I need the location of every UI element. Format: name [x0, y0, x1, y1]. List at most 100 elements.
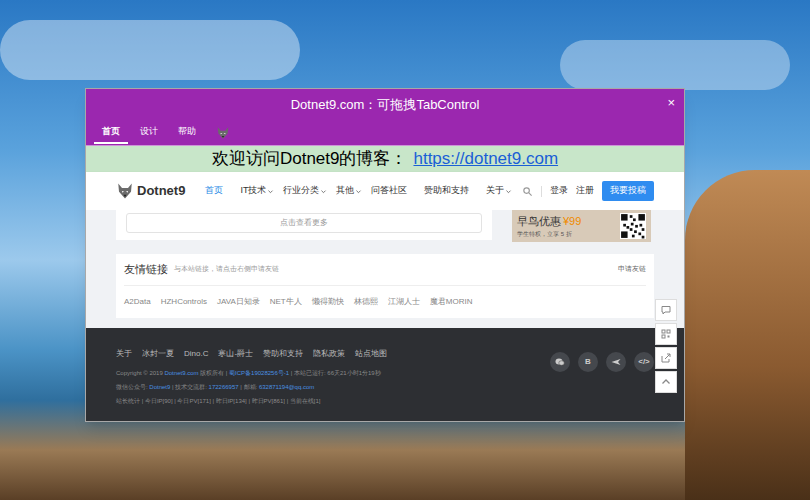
banner-link[interactable]: https://dotnet9.com — [413, 146, 558, 172]
chevron-down-icon — [408, 188, 415, 195]
friend-link[interactable]: JAVA日知录 — [217, 296, 260, 308]
friend-link[interactable]: 懒得勤快 — [312, 296, 344, 308]
nav-item[interactable]: 行业分类 — [283, 184, 327, 198]
desktop-cloud — [0, 20, 300, 80]
register-link[interactable]: 注册 — [576, 184, 594, 198]
footer-text[interactable]: Dotnet9.com — [164, 370, 198, 376]
site-footer: 关于冰封一夏 Dino.C 寒山-爵士赞助和支持隐私政策站点地图 Copyright … — [86, 328, 684, 422]
promo-card[interactable]: 早鸟优惠¥99学生特权，立享 5 折 — [512, 210, 651, 242]
footer-link[interactable]: Dino.C — [184, 348, 208, 360]
title-bar[interactable]: Dotnet9.com：可拖拽TabControl× — [86, 89, 684, 121]
nav-label: 行业分类 — [283, 184, 319, 198]
footer-info: 关于冰封一夏 Dino.C 寒山-爵士赞助和支持隐私政策站点地图 Copyright … — [116, 348, 387, 406]
site-logo[interactable]: Dotnet9 — [116, 181, 185, 201]
nav-label: IT技术 — [240, 184, 266, 198]
qr-code-icon — [620, 213, 646, 239]
close-button[interactable]: × — [667, 96, 675, 109]
header-actions: 登录注册我要投稿 — [522, 181, 654, 201]
friends-links: A2Data HZHControls JAVA日知录 NET牛人懒得勤快林德熙江湖人士… — [124, 286, 646, 318]
submit-button[interactable]: 我要投稿 — [602, 181, 654, 201]
footer-line: Copyright © 2019 Dotnet9.com 版权所有 | 蜀ICP… — [116, 369, 387, 378]
float-button[interactable] — [655, 323, 677, 345]
footer-text[interactable]: 蜀ICP备19028256号-1 — [229, 370, 289, 376]
nav-item[interactable]: 赞助和支持 — [424, 184, 477, 198]
site-header: Dotnet9 首页 IT技术 行业分类 其他 问答社区 赞助和支持关于 登录注册我要投稿 — [86, 172, 684, 210]
footer-link[interactable]: 冰封一夏 — [142, 348, 174, 360]
footer-link[interactable]: 寒山-爵士 — [218, 348, 253, 360]
site-nav: 首页 IT技术 行业分类 其他 问答社区 赞助和支持关于 — [205, 184, 512, 198]
social-label: </> — [638, 356, 650, 368]
footer-text: 版权所有 | — [198, 370, 229, 376]
friend-link[interactable]: NET牛人 — [270, 296, 302, 308]
promo-title: 早鸟优惠 — [517, 215, 561, 227]
footer-line: 站长统计 | 今日IP[90] | 今日PV[171] | 昨日IP[134] … — [116, 397, 387, 406]
chevron-down-icon — [470, 188, 477, 195]
float-button[interactable] — [655, 299, 677, 321]
footer-text: | 本站已运行: 66天21小时1分19秒 — [289, 370, 381, 376]
tab[interactable]: 帮助 — [170, 122, 204, 144]
arrow-up-icon — [660, 376, 672, 388]
tab[interactable]: 设计 — [132, 122, 166, 144]
app-window[interactable]: Dotnet9.com：可拖拽TabControl×首页设计帮助欢迎访问Dotn… — [85, 88, 685, 422]
wolf-icon — [216, 126, 230, 140]
footer-text[interactable]: 172266957 — [209, 384, 239, 390]
friend-link[interactable]: HZHControls — [161, 296, 207, 308]
more-button[interactable]: 点击查看更多 — [126, 213, 482, 233]
social-button[interactable]: B — [578, 352, 598, 372]
footer-link[interactable]: 站点地图 — [355, 348, 387, 360]
nav-item[interactable]: IT技术 — [240, 184, 274, 198]
nav-item[interactable]: 首页 — [205, 184, 231, 198]
login-link[interactable]: 登录 — [550, 184, 568, 198]
nav-label: 关于 — [486, 184, 504, 198]
nav-item[interactable]: 关于 — [486, 184, 512, 198]
nav-item[interactable]: 其他 — [336, 184, 362, 198]
wechat-icon — [554, 356, 566, 368]
friend-link[interactable]: 江湖人士 — [388, 296, 420, 308]
tab[interactable]: 首页 — [94, 122, 128, 144]
footer-links: 关于冰封一夏 Dino.C 寒山-爵士赞助和支持隐私政策站点地图 — [116, 348, 387, 360]
nav-label: 首页 — [205, 184, 223, 198]
apply-link[interactable]: 申请友链 — [618, 264, 646, 275]
site-body: 点击查看更多早鸟优惠¥99学生特权，立享 5 折友情链接与本站链接，请点击右侧申… — [86, 210, 684, 328]
float-button[interactable] — [655, 371, 677, 393]
footer-link[interactable]: 隐私政策 — [313, 348, 345, 360]
comment-icon — [660, 304, 672, 316]
promo-price: ¥99 — [563, 215, 581, 227]
qr-icon — [660, 328, 672, 340]
wolf-icon — [116, 182, 134, 200]
friend-link[interactable]: A2Data — [124, 296, 151, 308]
footer-line: 微信公众号: Dotnet9 | 技术交流群: 172266957 | 邮箱: … — [116, 383, 387, 392]
footer-text[interactable]: 632871194@qq.com — [259, 384, 314, 390]
chevron-down-icon — [505, 188, 512, 195]
nav-label: 问答社区 — [371, 184, 407, 198]
desktop-cloud — [560, 40, 790, 90]
nav-label: 其他 — [336, 184, 354, 198]
social-button[interactable] — [550, 352, 570, 372]
web-view: Dotnet9首页IT技术行业分类其他问答社区赞助和支持关于登录注册我要投稿点击… — [86, 172, 684, 421]
chevron-down-icon — [267, 188, 274, 195]
promo-subtitle: 学生特权，立享 5 折 — [517, 230, 581, 239]
friends-header: 友情链接与本站链接，请点击右侧申请友链申请友链 — [124, 254, 646, 286]
footer-text: 微信公众号: — [116, 384, 149, 390]
footer-link[interactable]: 赞助和支持 — [263, 348, 303, 360]
float-button[interactable] — [655, 347, 677, 369]
search-icon[interactable] — [522, 186, 542, 197]
chevron-down-icon — [355, 188, 362, 195]
friends-title: 友情链接 — [124, 261, 168, 278]
friend-link[interactable]: 林德熙 — [354, 296, 378, 308]
footer-text: 站长统计 | 今日IP[90] | 今日PV[171] | 昨日IP[134] … — [116, 398, 321, 404]
footer-text: | 邮箱: — [239, 384, 259, 390]
footer-text: | 技术交流群: — [170, 384, 208, 390]
chevron-down-icon — [320, 188, 327, 195]
friend-link[interactable]: 魔君MORIN — [430, 296, 473, 308]
friends-card: 友情链接与本站链接，请点击右侧申请友链申请友链 A2Data HZHControls… — [116, 254, 654, 318]
social-button[interactable]: </> — [634, 352, 654, 372]
tab-strip: 首页设计帮助 — [86, 121, 684, 146]
promo-title-row: 早鸟优惠¥99 — [517, 213, 581, 230]
desktop-rock — [685, 170, 810, 500]
footer-text[interactable]: Dotnet9 — [149, 384, 170, 390]
footer-link[interactable]: 关于 — [116, 348, 132, 360]
footer-text: Copyright © 2019 — [116, 370, 164, 376]
social-button[interactable] — [606, 352, 626, 372]
nav-item[interactable]: 问答社区 — [371, 184, 415, 198]
